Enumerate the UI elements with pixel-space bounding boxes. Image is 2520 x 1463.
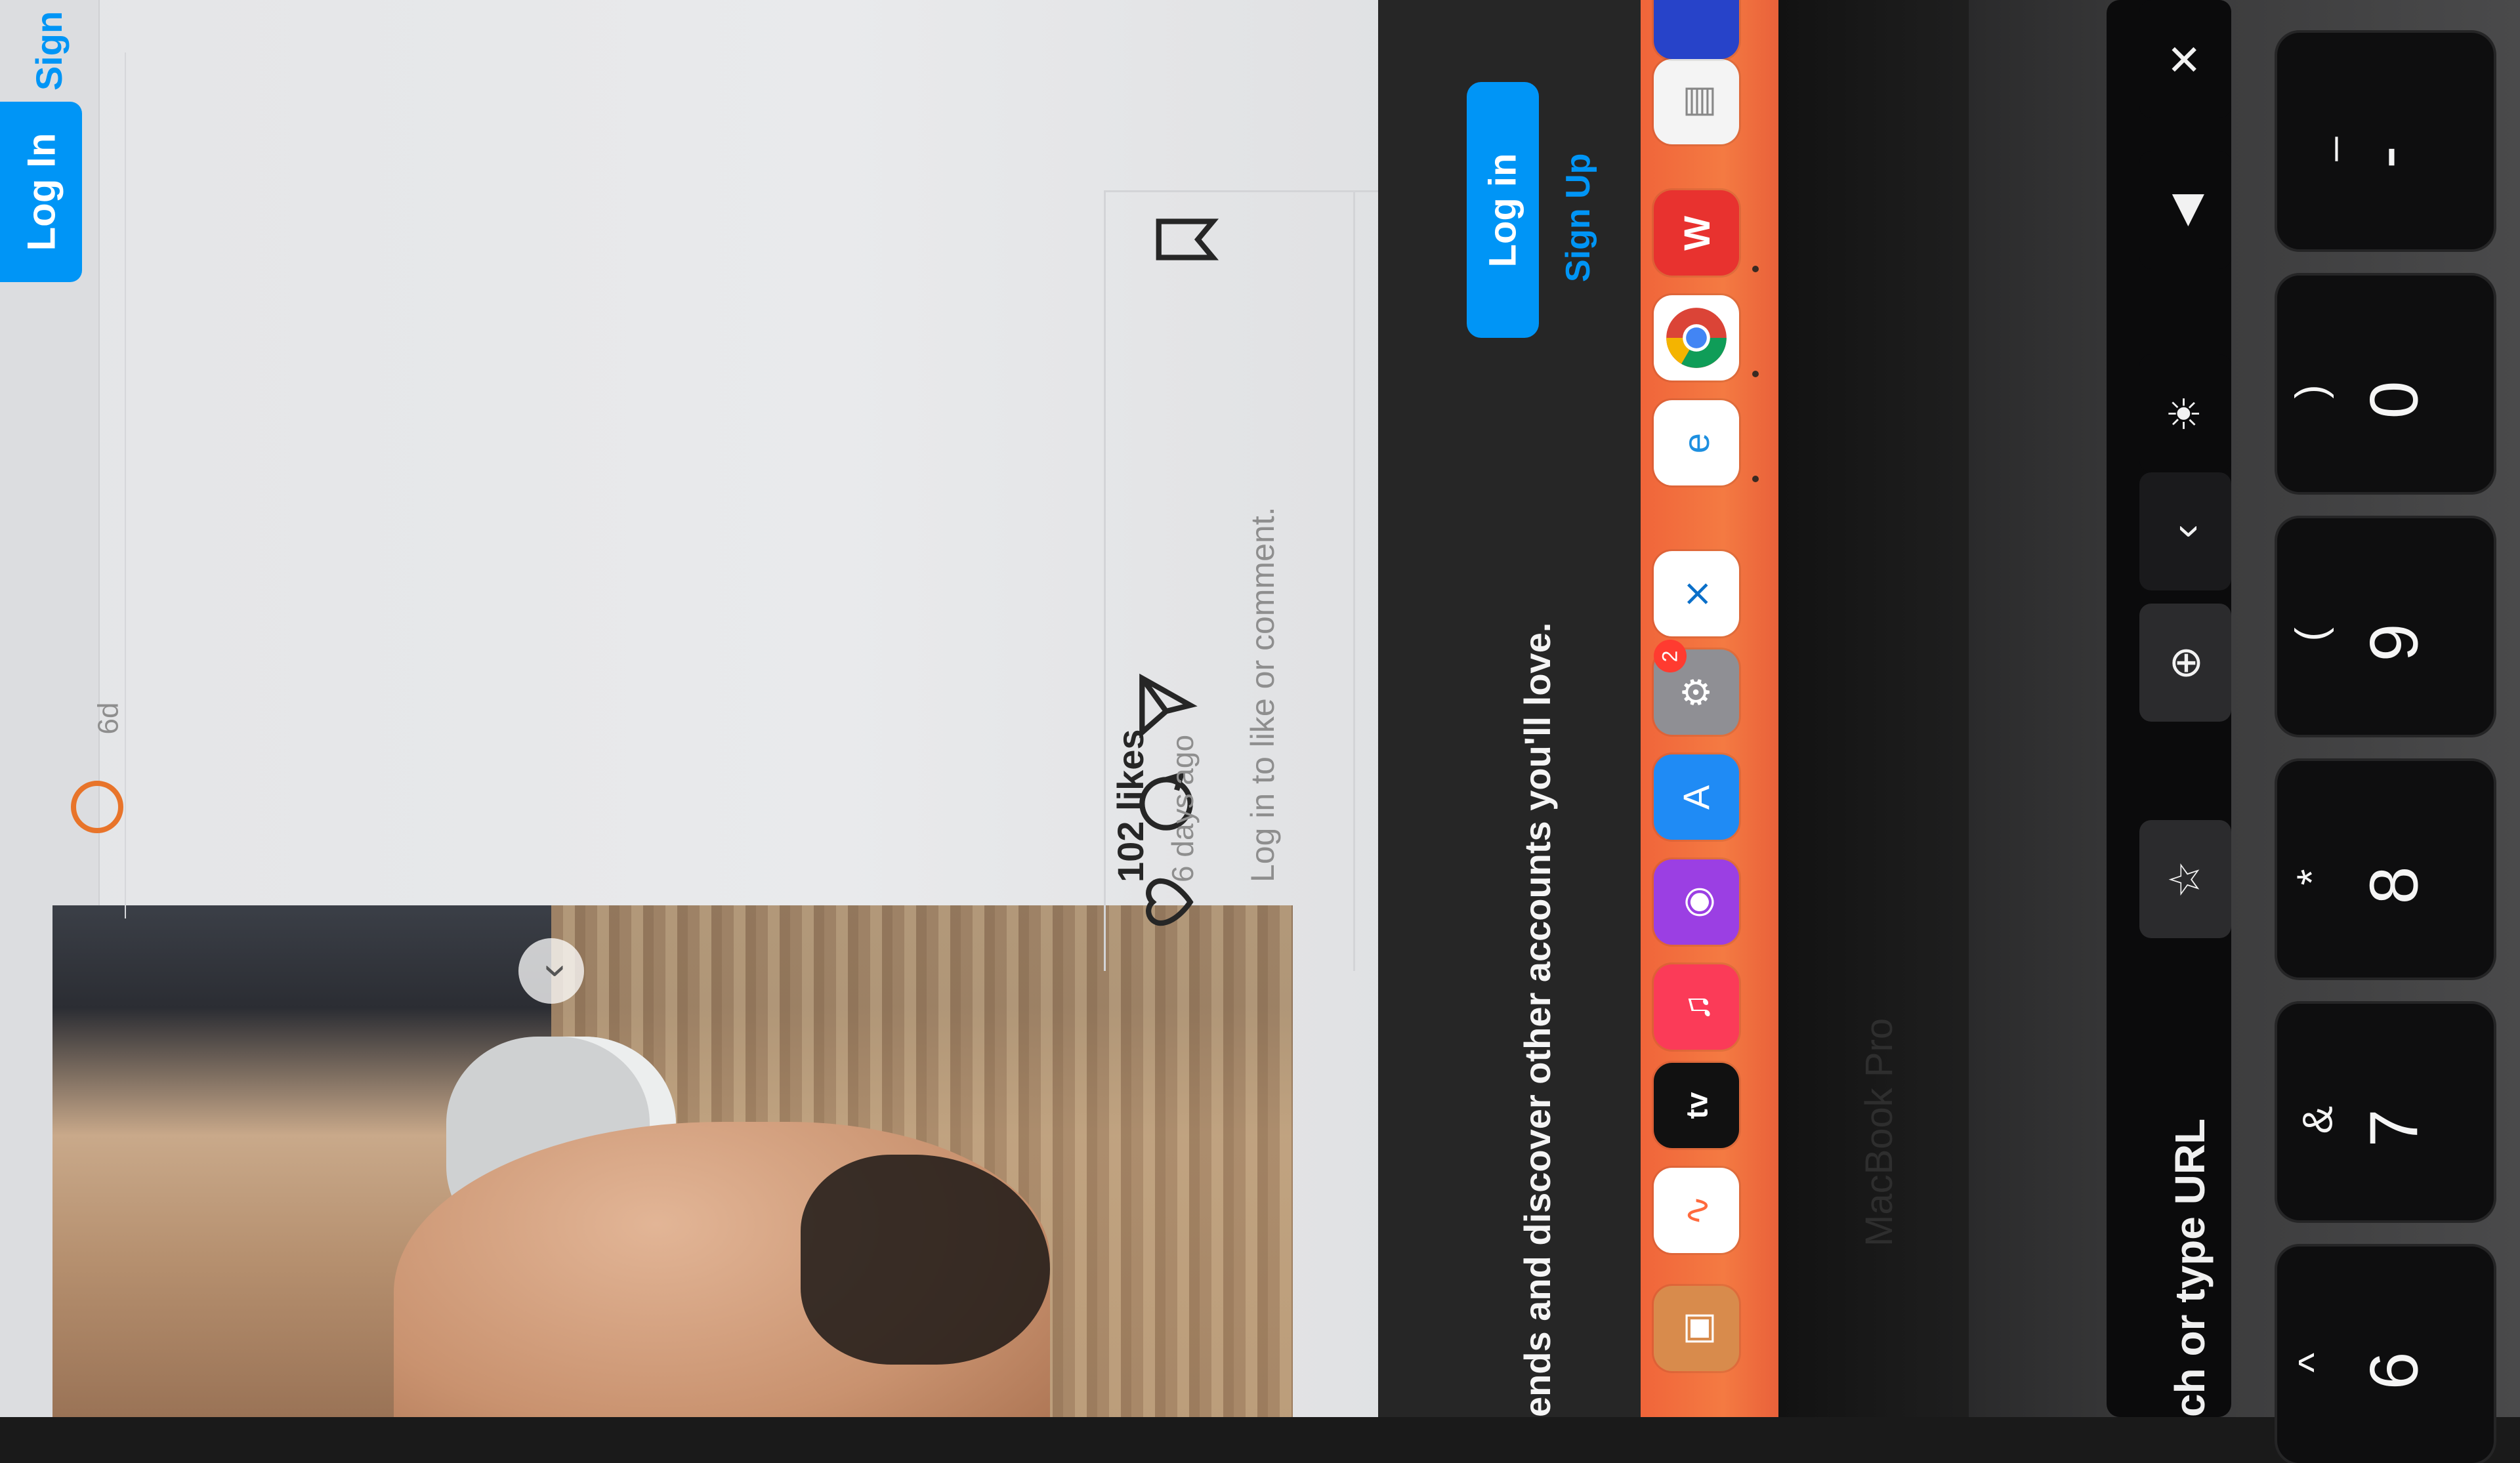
app-store-icon[interactable]: A bbox=[1654, 754, 1739, 840]
running-indicator bbox=[1752, 266, 1759, 272]
banner-login-label: Log in bbox=[1481, 153, 1524, 267]
edge-icon[interactable]: e bbox=[1654, 400, 1739, 485]
notification-badge: 2 bbox=[1654, 640, 1687, 672]
plus-icon[interactable]: ⊕ bbox=[2139, 604, 2231, 722]
key-8[interactable]: * 8 bbox=[2277, 761, 2494, 978]
banner-signup-link[interactable]: Sign Up bbox=[1559, 154, 1598, 282]
podcasts-icon[interactable]: ◉ bbox=[1654, 859, 1739, 945]
key-0[interactable]: ) 0 bbox=[2277, 276, 2494, 492]
running-indicator bbox=[1752, 371, 1759, 377]
key-9-lower: 9 bbox=[2356, 623, 2433, 662]
signup-link[interactable]: Sign bbox=[13, 0, 85, 91]
browser-screen: Log In Sign ‹ 6d bbox=[0, 0, 1398, 1417]
wps-icon[interactable]: W bbox=[1654, 190, 1739, 276]
likes-count[interactable]: 102 likes bbox=[1109, 729, 1152, 882]
key-6-lower: 6 bbox=[2356, 1351, 2433, 1390]
banner-message: ends and discover other accounts you'll … bbox=[1517, 622, 1558, 1417]
divider bbox=[1353, 190, 1355, 971]
previous-photo-button[interactable]: ‹ bbox=[518, 938, 584, 1004]
key-minus[interactable]: _ - bbox=[2277, 33, 2494, 249]
mute-icon[interactable]: ✕ bbox=[2139, 0, 2231, 118]
key-6[interactable]: ^ 6 bbox=[2277, 1247, 2494, 1463]
key-6-upper: ^ bbox=[2290, 1352, 2338, 1373]
running-indicator bbox=[1752, 476, 1759, 482]
document-icon[interactable]: ▤ bbox=[1654, 59, 1739, 144]
key-9[interactable]: ( 9 bbox=[2277, 518, 2494, 735]
freeform-icon[interactable]: ∿ bbox=[1654, 1168, 1739, 1253]
bookmark-icon[interactable] bbox=[1150, 203, 1222, 276]
post-photo[interactable] bbox=[52, 905, 1293, 1417]
volume-icon[interactable]: ◀ bbox=[2139, 151, 2231, 269]
avatar[interactable] bbox=[71, 781, 123, 833]
key-7[interactable]: & 7 bbox=[2277, 1004, 2494, 1220]
key-minus-lower: - bbox=[2348, 146, 2425, 169]
key-minus-upper: _ bbox=[2291, 137, 2339, 161]
folder-icon[interactable] bbox=[1654, 0, 1739, 59]
post-time-ago: 6 days ago bbox=[1166, 734, 1200, 882]
key-9-upper: ( bbox=[2286, 627, 2334, 642]
login-button-label: Log In bbox=[19, 133, 64, 251]
laptop-brand-label: MacBook Pro bbox=[1858, 1018, 1900, 1247]
login-to-comment-prompt[interactable]: Log in to like or comment. bbox=[1244, 507, 1282, 883]
banner-login-button[interactable]: Log in bbox=[1467, 82, 1539, 338]
key-8-lower: 8 bbox=[2356, 866, 2433, 905]
key-7-lower: 7 bbox=[2356, 1109, 2433, 1147]
key-7-upper: & bbox=[2294, 1105, 2342, 1134]
login-button[interactable]: Log In bbox=[0, 102, 82, 282]
apple-tv-icon[interactable]: tv bbox=[1654, 1063, 1739, 1148]
chevron-left-icon[interactable]: ‹ bbox=[2139, 472, 2231, 590]
chrome-icon[interactable] bbox=[1654, 295, 1739, 381]
divider bbox=[1104, 190, 1398, 192]
vscode-icon[interactable]: ⨯ bbox=[1654, 551, 1739, 636]
star-icon[interactable]: ☆ bbox=[2139, 820, 2231, 938]
touchbar-url-field[interactable]: ch or type URL bbox=[2166, 1119, 2214, 1417]
divider bbox=[1104, 190, 1106, 971]
music-icon[interactable]: ♫ bbox=[1654, 964, 1739, 1050]
signup-link-label: Sign bbox=[28, 10, 70, 91]
preview-icon[interactable]: ▣ bbox=[1654, 1286, 1739, 1371]
post-timestamp-label: 6d bbox=[91, 702, 124, 735]
key-0-upper: ) bbox=[2286, 384, 2334, 399]
key-0-lower: 0 bbox=[2356, 381, 2433, 419]
brightness-icon[interactable]: ☀ bbox=[2139, 354, 2231, 472]
key-8-upper: * bbox=[2288, 869, 2336, 886]
